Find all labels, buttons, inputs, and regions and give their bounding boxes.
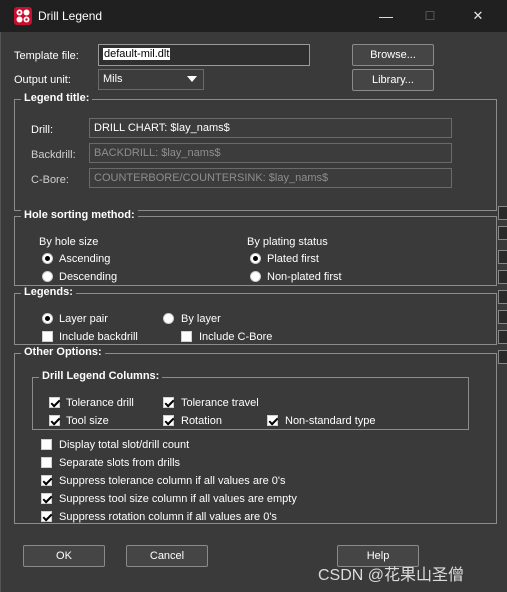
browse-button[interactable]: Browse... xyxy=(352,44,434,66)
nonstandard-type-label: Non-standard type xyxy=(285,415,376,427)
maximize-button: ☐ xyxy=(424,9,436,23)
suppress-tool-size-checkbox[interactable] xyxy=(41,493,52,504)
drill-legend-columns-heading: Drill Legend Columns: xyxy=(39,370,163,382)
drill-title-input[interactable]: DRILL CHART: $lay_nams$ xyxy=(89,118,452,138)
tolerance-drill-label: Tolerance drill xyxy=(66,397,134,409)
display-total-count-checkbox[interactable] xyxy=(41,439,52,450)
by-plating-status-label: By plating status xyxy=(247,236,328,248)
by-hole-size-label: By hole size xyxy=(39,236,99,248)
suppress-rotation-label: Suppress rotation column if all values a… xyxy=(59,511,277,523)
output-unit-value: Mils xyxy=(103,73,123,85)
minimize-button[interactable]: — xyxy=(374,4,398,28)
cbore-title-input[interactable]: COUNTERBORE/COUNTERSINK: $lay_nams$ xyxy=(89,168,452,188)
descending-radio[interactable] xyxy=(42,271,53,282)
legend-title-heading: Legend title: xyxy=(21,92,93,104)
library-button[interactable]: Library... xyxy=(352,69,434,91)
plated-first-radio[interactable] xyxy=(250,253,261,264)
nonplated-first-radio[interactable] xyxy=(250,271,261,282)
suppress-tolerance-checkbox[interactable] xyxy=(41,475,52,486)
tool-size-checkbox[interactable] xyxy=(49,415,60,426)
chevron-down-icon xyxy=(187,76,197,82)
ascending-radio[interactable] xyxy=(42,253,53,264)
hole-sorting-heading: Hole sorting method: xyxy=(21,209,138,221)
tolerance-travel-label: Tolerance travel xyxy=(181,397,259,409)
ascending-label: Ascending xyxy=(59,253,111,265)
cancel-button[interactable]: Cancel xyxy=(126,545,208,567)
app-logo-icon xyxy=(14,7,32,25)
include-cbore-label: Include C-Bore xyxy=(199,331,273,343)
descending-label: Descending xyxy=(59,271,118,283)
output-unit-select[interactable]: Mils xyxy=(98,69,204,90)
ok-button[interactable]: OK xyxy=(23,545,105,567)
tolerance-drill-checkbox[interactable] xyxy=(49,397,60,408)
watermark: CSDN @花果山圣僧 xyxy=(318,567,465,584)
tolerance-travel-checkbox[interactable] xyxy=(163,397,174,408)
nonplated-first-label: Non-plated first xyxy=(267,271,342,283)
nonstandard-type-checkbox[interactable] xyxy=(267,415,278,426)
rotation-checkbox[interactable] xyxy=(163,415,174,426)
close-button[interactable]: ✕ xyxy=(466,4,490,28)
include-cbore-checkbox[interactable] xyxy=(181,331,192,342)
drill-legend-dialog: Template file: default-mil.dlt Browse...… xyxy=(0,32,507,592)
separate-slots-checkbox[interactable] xyxy=(41,457,52,468)
backdrill-label: Backdrill: xyxy=(31,149,76,161)
template-file-value: default-mil.dlt xyxy=(103,48,171,60)
template-file-label: Template file: xyxy=(14,50,79,62)
tool-size-label: Tool size xyxy=(66,415,109,427)
layer-pair-label: Layer pair xyxy=(59,313,108,325)
background-window-edge xyxy=(498,206,507,366)
rotation-label: Rotation xyxy=(181,415,222,427)
suppress-tool-size-label: Suppress tool size column if all values … xyxy=(59,493,297,505)
backdrill-title-input[interactable]: BACKDRILL: $lay_nams$ xyxy=(89,143,452,163)
other-options-heading: Other Options: xyxy=(21,346,105,358)
cbore-label: C-Bore: xyxy=(31,174,69,186)
include-backdrill-label: Include backdrill xyxy=(59,331,138,343)
by-layer-radio[interactable] xyxy=(163,313,174,324)
layer-pair-radio[interactable] xyxy=(42,313,53,324)
output-unit-label: Output unit: xyxy=(14,74,71,86)
suppress-tolerance-label: Suppress tolerance column if all values … xyxy=(59,475,286,487)
title-bar: Drill Legend — ☐ ✕ xyxy=(0,0,507,32)
separate-slots-label: Separate slots from drills xyxy=(59,457,181,469)
by-layer-label: By layer xyxy=(181,313,221,325)
include-backdrill-checkbox[interactable] xyxy=(42,331,53,342)
plated-first-label: Plated first xyxy=(267,253,319,265)
window-title: Drill Legend xyxy=(38,9,103,23)
display-total-count-label: Display total slot/drill count xyxy=(59,439,190,451)
legends-heading: Legends: xyxy=(21,286,76,298)
drill-label: Drill: xyxy=(31,124,53,136)
template-file-input[interactable]: default-mil.dlt xyxy=(98,44,310,66)
suppress-rotation-checkbox[interactable] xyxy=(41,511,52,522)
